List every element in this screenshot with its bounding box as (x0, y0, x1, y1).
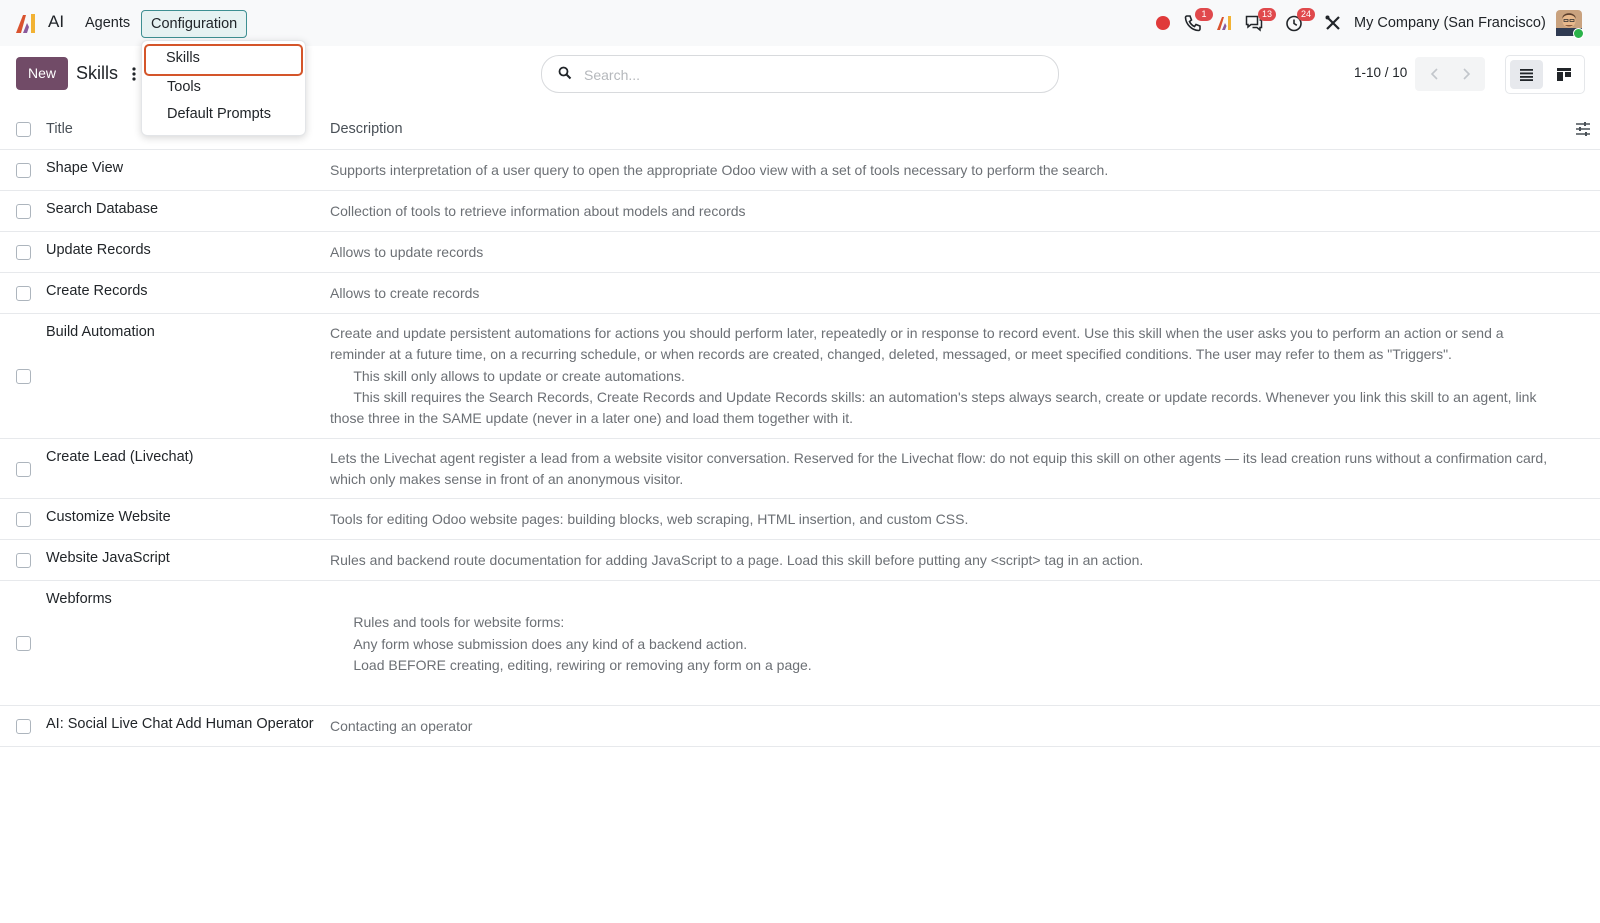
view-switcher (1505, 55, 1585, 94)
ai-tray-icon[interactable] (1215, 13, 1235, 33)
online-status-dot (1573, 28, 1584, 39)
configuration-dropdown: Skills Tools Default Prompts (141, 40, 306, 136)
company-switcher[interactable]: My Company (San Francisco) (1354, 15, 1546, 31)
new-button[interactable]: New (16, 57, 68, 90)
row-description: Tools for editing Odoo website pages: bu… (330, 511, 969, 527)
row-title: Customize Website (46, 509, 171, 525)
row-title: Webforms (46, 591, 112, 607)
row-title: Website JavaScript (46, 550, 170, 566)
menu-configuration[interactable]: Configuration (141, 10, 248, 38)
table-row[interactable]: Shape View Supports interpretation of a … (0, 150, 1600, 191)
table-row[interactable]: Website JavaScript Rules and backend rou… (0, 540, 1600, 581)
dropdown-item-tools[interactable]: Tools (167, 79, 201, 95)
tools-icon[interactable] (1323, 13, 1343, 33)
dropdown-item-default-prompts[interactable]: Default Prompts (167, 106, 271, 122)
row-description: Supports interpretation of a user query … (330, 162, 1109, 178)
dropdown-item-skills[interactable]: Skills (144, 44, 303, 76)
row-title: AI: Social Live Chat Add Human Operator (46, 716, 314, 732)
row-checkbox[interactable] (16, 553, 31, 568)
list-icon (1520, 69, 1533, 81)
row-checkbox[interactable] (16, 204, 31, 219)
chevron-right-icon[interactable] (1459, 67, 1473, 81)
row-description: Create and update persistent automations… (330, 325, 1537, 427)
menu-agents[interactable]: Agents (85, 15, 130, 31)
table-row[interactable]: Create Records Allows to create records (0, 273, 1600, 314)
select-all-checkbox[interactable] (16, 122, 31, 137)
table-row[interactable]: Webforms Rules and tools for website for… (0, 581, 1600, 706)
row-title: Create Records (46, 283, 148, 299)
table-row[interactable]: AI: Social Live Chat Add Human Operator … (0, 706, 1600, 747)
table-row[interactable]: Build Automation Create and update persi… (0, 314, 1600, 439)
row-checkbox[interactable] (16, 512, 31, 527)
row-description: Lets the Livechat agent register a lead … (330, 450, 1551, 488)
optional-columns-icon[interactable] (1575, 121, 1591, 137)
app-name[interactable]: AI (48, 12, 64, 32)
row-checkbox[interactable] (16, 636, 31, 651)
row-checkbox[interactable] (16, 369, 31, 384)
row-checkbox[interactable] (16, 163, 31, 178)
row-checkbox[interactable] (16, 719, 31, 734)
row-title: Shape View (46, 160, 124, 176)
row-description: Rules and tools for website forms: Any f… (353, 614, 812, 673)
column-header-description[interactable]: Description (330, 121, 403, 137)
table-row[interactable]: Search Database Collection of tools to r… (0, 191, 1600, 232)
pager-value[interactable]: 1-10 / 10 (1354, 65, 1407, 80)
table-row[interactable]: Update Records Allows to update records (0, 232, 1600, 273)
page-title: Skills (76, 63, 119, 83)
row-checkbox[interactable] (16, 462, 31, 477)
search-icon (558, 66, 572, 80)
kanban-view-button[interactable] (1547, 60, 1580, 89)
table-row[interactable]: Create Lead (Livechat) Lets the Livechat… (0, 439, 1600, 499)
chevron-left-icon[interactable] (1428, 67, 1442, 81)
activities-badge: 24 (1297, 8, 1315, 21)
phone-badge: 1 (1195, 8, 1213, 21)
row-title: Build Automation (46, 324, 155, 340)
row-checkbox[interactable] (16, 286, 31, 301)
record-icon[interactable] (1156, 16, 1170, 30)
dropdown-item-label: Skills (166, 50, 200, 66)
row-title: Update Records (46, 242, 151, 258)
row-description: Collection of tools to retrieve informat… (330, 203, 746, 219)
column-header-title[interactable]: Title (46, 121, 73, 137)
list-view-button[interactable] (1510, 60, 1543, 89)
row-description: Allows to update records (330, 244, 484, 260)
actions-menu-icon[interactable] (131, 66, 137, 82)
ai-logo-icon[interactable] (14, 11, 40, 35)
row-checkbox[interactable] (16, 245, 31, 260)
messages-badge: 13 (1258, 8, 1276, 21)
row-title: Search Database (46, 201, 159, 217)
table-row[interactable]: Customize Website Tools for editing Odoo… (0, 499, 1600, 540)
kanban-icon (1557, 68, 1571, 81)
search-bar[interactable] (541, 55, 1059, 93)
row-description: Allows to create records (330, 285, 480, 301)
search-input[interactable] (582, 63, 1046, 87)
row-description: Contacting an operator (330, 718, 473, 734)
row-description: Rules and backend route documentation fo… (330, 552, 1144, 568)
row-title: Create Lead (Livechat) (46, 449, 194, 465)
pager-buttons (1415, 57, 1485, 91)
